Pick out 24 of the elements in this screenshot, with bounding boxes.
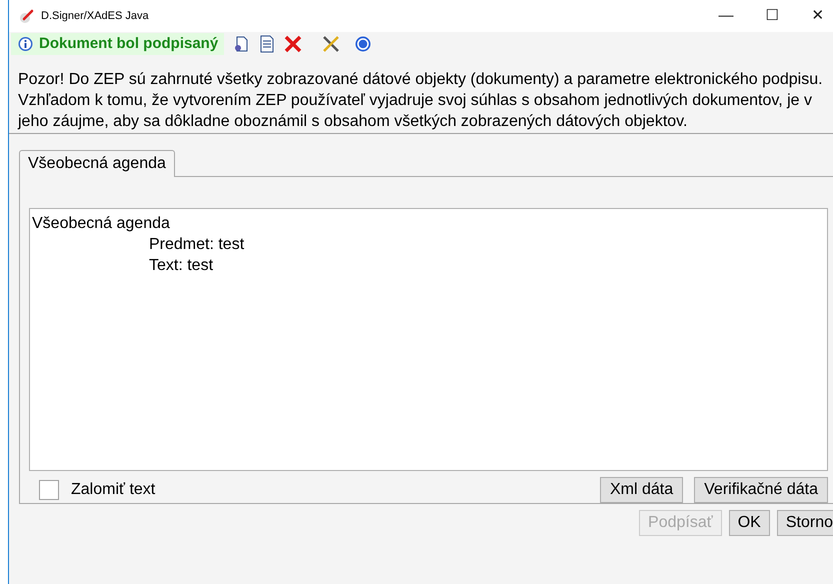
tab[interactable]: Všeobecná agenda <box>19 150 175 177</box>
content-line: Všeobecná agenda <box>32 214 170 234</box>
pen-icon <box>19 8 35 24</box>
text-area[interactable]: Všeobecná agenda Predmet: test Text: test <box>29 208 828 471</box>
panel-button[interactable]: Xml dáta <box>600 476 684 503</box>
notice-text: jeho záujme, aby sa dôkladne oboznámil s obsahom všetkých zobrazených dátových objektov. <box>18 112 688 132</box>
checkbox-label: Zalomiť text <box>71 480 156 500</box>
dialog-button[interactable]: Storno <box>776 510 833 536</box>
dialog-button[interactable]: OK <box>728 510 770 536</box>
window-title: D.Signer/XAdES Java <box>41 8 149 24</box>
content-line: Predmet: test <box>149 235 244 255</box>
document-icon[interactable] <box>258 35 276 53</box>
info-icon <box>17 36 34 52</box>
tools-icon[interactable] <box>322 35 340 53</box>
checkbox[interactable] <box>39 480 59 500</box>
notice-text: Vzhľadom k tomu, že vytvorením ZEP používateľ vyjadruje svoj súhlas s obsahom jednotlivých dokumentov, je v <box>18 91 813 111</box>
maximize-button[interactable]: ☐ <box>749 0 795 32</box>
delete-icon[interactable] <box>284 35 302 53</box>
minimize-button[interactable]: — <box>703 0 749 32</box>
panel-button[interactable]: Verifikačné dáta <box>694 476 828 503</box>
content-line: Text: test <box>149 256 214 276</box>
close-button[interactable]: ✕ <box>795 0 833 32</box>
notice-text: Pozor! Do ZEP sú zahrnuté všetky zobrazované dátové objekty (dokumenty) a parametre elektronického podpisu. <box>18 70 824 90</box>
status-message: Dokument bol podpisaný <box>39 34 218 54</box>
